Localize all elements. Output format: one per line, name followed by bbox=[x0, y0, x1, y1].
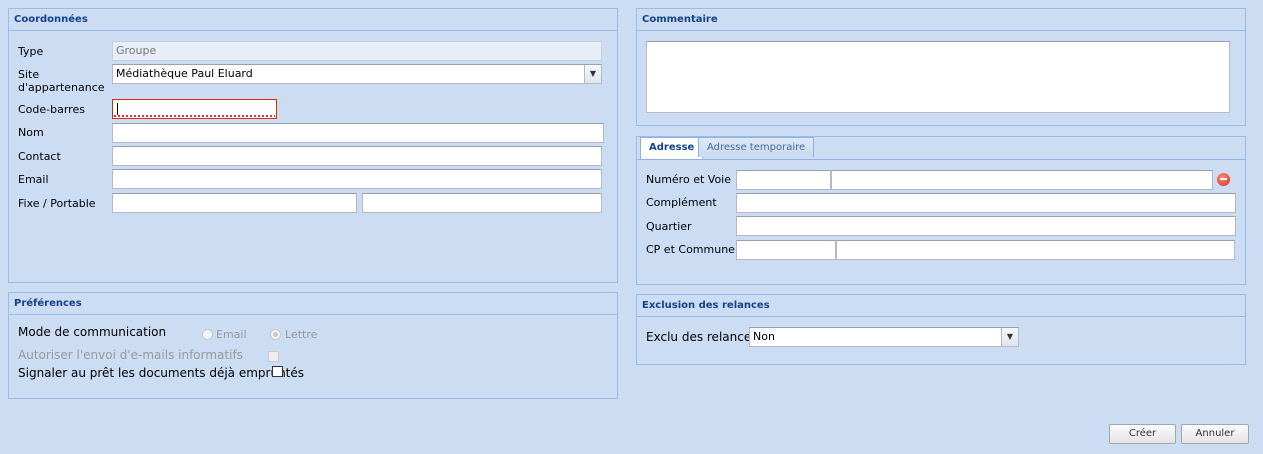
nom-input[interactable] bbox=[112, 123, 604, 143]
creer-button[interactable]: Créer bbox=[1109, 424, 1176, 444]
exclu-select-value: Non bbox=[753, 330, 775, 343]
annuler-button[interactable]: Annuler bbox=[1181, 424, 1249, 444]
radio-lettre-label: Lettre bbox=[285, 328, 318, 341]
signaler-label: Signaler au prêt les documents déjà empr… bbox=[18, 366, 305, 380]
tab-adresse-temporaire[interactable]: Adresse temporaire bbox=[698, 137, 815, 157]
text-caret bbox=[117, 103, 118, 115]
fixe-portable-label: Fixe / Portable bbox=[18, 197, 96, 210]
mode-communication-label: Mode de communication bbox=[18, 325, 167, 339]
autoriser-emails-label: Autoriser l'envoi d'e-mails informatifs bbox=[18, 348, 243, 362]
radio-email-label: Email bbox=[216, 328, 247, 341]
site-select-value: Médiathèque Paul Eluard bbox=[116, 67, 253, 80]
signaler-checkbox[interactable] bbox=[272, 366, 283, 377]
preferences-title: Préférences bbox=[9, 293, 617, 315]
radio-lettre bbox=[270, 329, 281, 340]
numero-input[interactable] bbox=[736, 170, 831, 190]
preferences-panel: Préférences bbox=[8, 292, 618, 399]
commentaire-textarea[interactable] bbox=[646, 41, 1230, 113]
site-label-line1: Site bbox=[18, 68, 40, 81]
complement-input[interactable] bbox=[736, 193, 1236, 213]
exclusion-title: Exclusion des relances bbox=[637, 295, 1245, 317]
quartier-input[interactable] bbox=[736, 216, 1236, 236]
codebarres-label: Code-barres bbox=[18, 103, 85, 116]
type-label: Type bbox=[18, 45, 44, 58]
email-input[interactable] bbox=[112, 169, 602, 189]
contact-label: Contact bbox=[18, 150, 61, 163]
cp-commune-label: CP et Commune bbox=[646, 243, 735, 256]
adresse-tabbar: Adresse Adresse temporaire bbox=[637, 137, 1245, 160]
cp-input[interactable] bbox=[736, 240, 836, 260]
numero-voie-label: Numéro et Voie bbox=[646, 173, 731, 186]
type-field: Groupe bbox=[112, 41, 602, 61]
chevron-down-icon[interactable]: ▼ bbox=[584, 65, 601, 83]
email-label: Email bbox=[18, 173, 49, 186]
autoriser-emails-checkbox bbox=[268, 351, 279, 362]
fixe-input[interactable] bbox=[112, 193, 357, 213]
exclu-label: Exclu des relances bbox=[646, 330, 758, 344]
remove-icon[interactable] bbox=[1217, 173, 1230, 186]
radio-email bbox=[202, 329, 213, 340]
exclu-select[interactable]: Non ▼ bbox=[749, 327, 1019, 347]
voie-input[interactable] bbox=[831, 170, 1213, 190]
codebarres-input[interactable] bbox=[112, 99, 277, 119]
commentaire-title: Commentaire bbox=[637, 9, 1245, 31]
complement-label: Complément bbox=[646, 196, 717, 209]
chevron-down-icon[interactable]: ▼ bbox=[1001, 328, 1018, 346]
coordonnees-title: Coordonnées bbox=[9, 9, 617, 31]
nom-label: Nom bbox=[18, 126, 44, 139]
site-label-line2: d'appartenance bbox=[18, 81, 105, 94]
portable-input[interactable] bbox=[362, 193, 602, 213]
site-select[interactable]: Médiathèque Paul Eluard ▼ bbox=[112, 64, 602, 84]
tab-adresse[interactable]: Adresse bbox=[640, 137, 704, 159]
quartier-label: Quartier bbox=[646, 220, 692, 233]
contact-input[interactable] bbox=[112, 146, 602, 166]
commune-input[interactable] bbox=[836, 240, 1235, 260]
